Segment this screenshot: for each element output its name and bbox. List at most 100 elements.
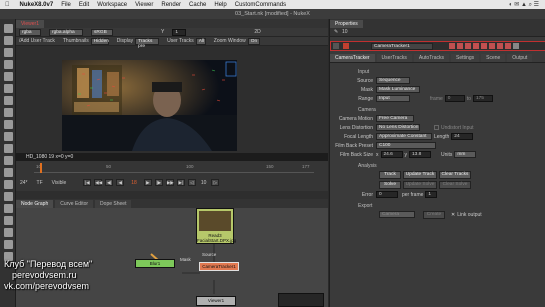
tab-node-graph[interactable]: Node Graph [16, 200, 54, 208]
time-tool-icon[interactable] [4, 48, 13, 57]
playhead[interactable] [40, 163, 42, 173]
views-tool-icon[interactable] [4, 144, 13, 153]
draw-tool-icon[interactable] [4, 36, 13, 45]
menu-help[interactable]: Help [214, 2, 226, 8]
first-frame-icon[interactable]: |◀ [83, 179, 92, 186]
film-back-preset-dropdown[interactable]: C100 [376, 142, 436, 149]
channel-tool-icon[interactable] [4, 60, 13, 69]
3d-tool-icon[interactable] [4, 132, 13, 141]
close-icon[interactable] [513, 43, 519, 49]
merge-tool-icon[interactable] [4, 108, 13, 117]
tf-dropdown[interactable]: TF [37, 180, 43, 186]
tab-usertracks[interactable]: UserTracks [376, 54, 412, 62]
collapse-icon[interactable] [333, 43, 339, 49]
thumbnails-dropdown[interactable]: Hidden [90, 37, 109, 45]
node-count-icon[interactable]: 10 [342, 29, 348, 35]
node-color-icon[interactable] [343, 43, 349, 49]
menu-render[interactable]: Render [161, 2, 181, 8]
next-key-icon[interactable]: ▶▶ [165, 179, 174, 186]
apple-icon[interactable]:  [5, 2, 10, 8]
pin-icon[interactable]: ✎ [334, 29, 338, 35]
node-name-field[interactable]: CameraTracker1 [371, 43, 433, 50]
display-dropdown[interactable]: Tracks pre [135, 37, 160, 49]
header-icon-6[interactable] [489, 43, 495, 49]
skip-fwd-icon[interactable]: ▷ [211, 179, 220, 186]
channels-dropdown[interactable]: rgba [19, 28, 41, 36]
error-field[interactable]: 0 [376, 191, 398, 198]
tab-scene[interactable]: Scene [481, 54, 506, 62]
lens-distortion-dropdown[interactable]: No Lens Distortion [376, 124, 420, 131]
read-node[interactable]: Read3 FacialStart.DPX.jpg [196, 208, 236, 244]
prev-key-icon[interactable]: ◀◀ [94, 179, 103, 186]
tab-settings[interactable]: Settings [451, 54, 480, 62]
step-fwd-icon[interactable]: |▶ [154, 179, 163, 186]
particles-tool-icon[interactable] [4, 168, 13, 177]
filter-tool-icon[interactable] [4, 84, 13, 93]
step-size[interactable]: 10 [201, 180, 207, 186]
other-tool-icon[interactable] [4, 192, 13, 201]
gizmo-tool-icon[interactable] [4, 240, 13, 249]
metadata-tool-icon[interactable] [4, 156, 13, 165]
create-button[interactable]: Create [423, 210, 445, 219]
tab-curve-editor[interactable]: Curve Editor [55, 200, 94, 208]
tab-properties[interactable]: Properties [330, 20, 363, 28]
range-to-field[interactable]: 175 [472, 95, 493, 102]
furnace-tool-icon[interactable] [4, 204, 13, 213]
viewer-node[interactable]: Viewer1 [196, 296, 236, 306]
header-icon-4[interactable] [473, 43, 479, 49]
user-tracks-dropdown[interactable]: All [195, 37, 206, 45]
undistort-checkbox[interactable] [434, 125, 439, 130]
range-dropdown[interactable]: Input [376, 95, 410, 102]
units-dropdown[interactable]: mm [454, 151, 477, 158]
fps-dropdown[interactable]: 24* [20, 180, 28, 186]
step-back-icon[interactable]: ◀| [105, 179, 114, 186]
mask-dropdown[interactable]: Mask Luminance [376, 86, 420, 93]
add-user-track-button[interactable]: /Add User Track [19, 38, 55, 44]
solve-button[interactable]: Solve [379, 180, 401, 189]
update-track-button[interactable]: Update Track [403, 170, 437, 179]
cameratracker-node[interactable]: CameraTracker1 [199, 262, 239, 271]
length-field[interactable]: 24 [451, 133, 474, 140]
view-mode[interactable]: 2D [254, 29, 260, 35]
header-icon-8[interactable] [505, 43, 511, 49]
keyer-tool-icon[interactable] [4, 96, 13, 105]
layer-dropdown[interactable]: rgba.alpha [49, 28, 83, 36]
menu-edit[interactable]: Edit [79, 2, 89, 8]
transform-tool-icon[interactable] [4, 120, 13, 129]
tab-dope-sheet[interactable]: Dope Sheet [95, 200, 132, 208]
app-menu[interactable]: NukeX8.0v7 [20, 2, 54, 8]
colorspace-dropdown[interactable]: sRGB [91, 28, 113, 36]
image-tool-icon[interactable] [4, 24, 13, 33]
clear-solve-button[interactable]: Clear Solve [439, 180, 471, 189]
plugin-tool-icon[interactable] [4, 228, 13, 237]
tab-output[interactable]: Output [507, 54, 533, 62]
menu-cache[interactable]: Cache [189, 2, 206, 8]
visible-dropdown[interactable]: Visible [52, 180, 67, 186]
camera-motion-dropdown[interactable]: Free Camera [376, 115, 414, 122]
color-tool-icon[interactable] [4, 72, 13, 81]
clear-tracks-button[interactable]: Clear Tracks [439, 170, 471, 179]
play-icon[interactable]: ▶ [143, 179, 152, 186]
gamma-field[interactable]: 1 [172, 28, 187, 36]
film-x-field[interactable]: 24.6 [380, 151, 403, 158]
track-button[interactable]: Track [379, 170, 401, 179]
menu-customcommands[interactable]: CustomCommands [235, 2, 286, 8]
film-y-field[interactable]: 13.8 [409, 151, 431, 158]
tab-cameratracker[interactable]: CameraTracker [330, 54, 375, 62]
export-dropdown[interactable]: Camera [379, 211, 415, 218]
header-icon-3[interactable] [465, 43, 471, 49]
source-dropdown[interactable]: Sequence [376, 77, 410, 84]
per-frame-field[interactable]: 1 [425, 191, 438, 198]
skip-back-icon[interactable]: ◁ [187, 179, 196, 186]
toolsets-icon[interactable] [4, 180, 13, 189]
header-icon-1[interactable] [449, 43, 455, 49]
menu-viewer[interactable]: Viewer [135, 2, 153, 8]
header-icon-2[interactable] [457, 43, 463, 49]
viewer-image[interactable] [62, 60, 237, 151]
last-frame-icon[interactable]: ▶| [176, 179, 185, 186]
blur-node[interactable]: Blur1 [135, 259, 175, 268]
link-output-checkbox[interactable]: ✕ [451, 212, 455, 218]
zoom-window-dropdown[interactable]: On [247, 37, 260, 45]
play-back-icon[interactable]: ◀ [116, 179, 125, 186]
tab-viewer1[interactable]: Viewer1 [16, 20, 44, 28]
